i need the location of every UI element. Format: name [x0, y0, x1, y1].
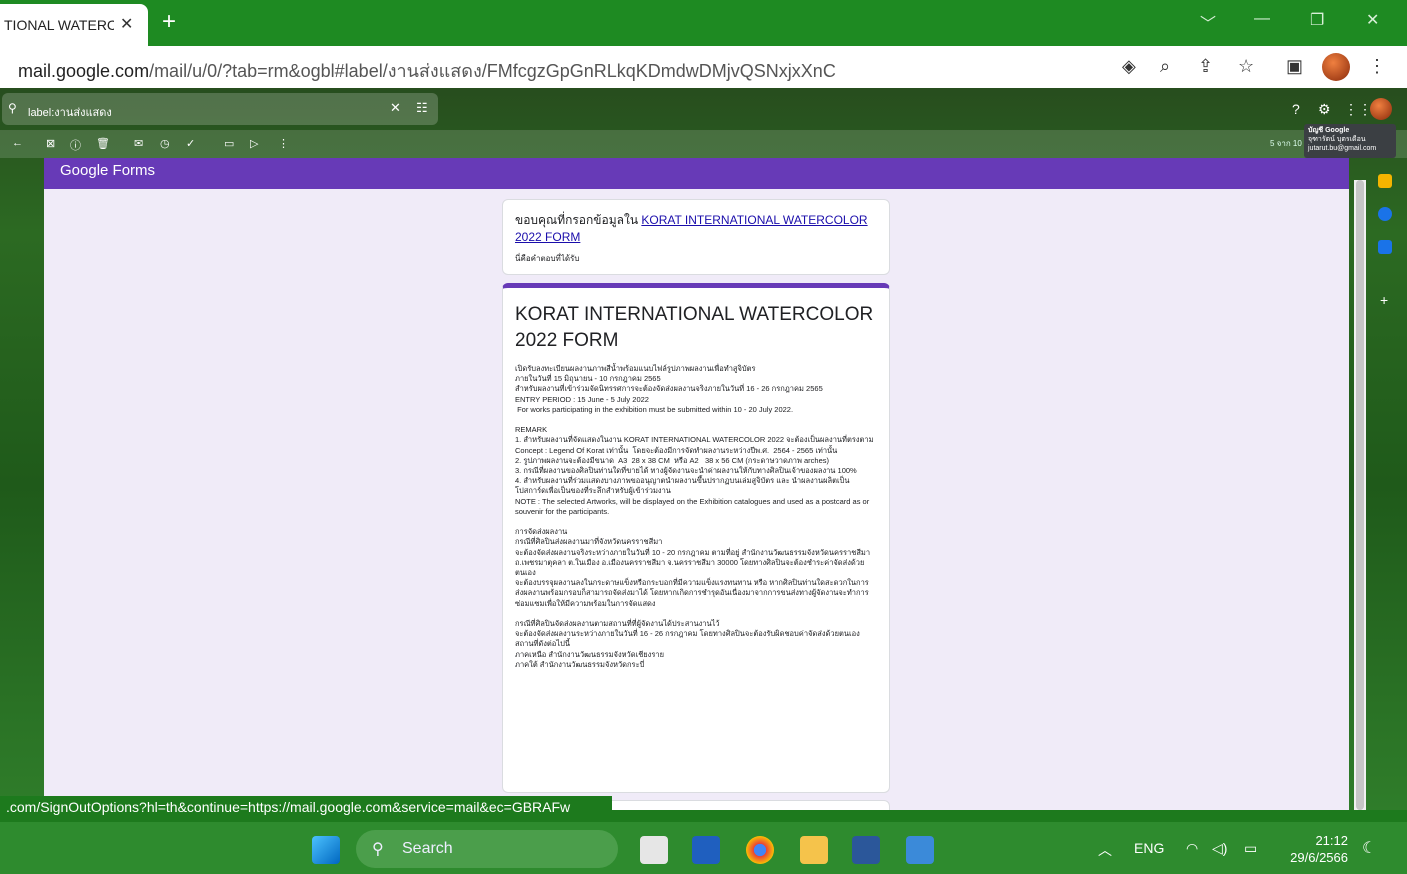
tray-chevron-icon[interactable]: ︿	[1098, 840, 1112, 860]
tab-close-icon[interactable]: ✕	[120, 14, 133, 34]
battery-icon[interactable]: ▭	[1244, 840, 1257, 857]
form-card: KORAT INTERNATIONAL WATERCOLOR 2022 FORM…	[502, 283, 890, 793]
profile-avatar[interactable]	[1322, 53, 1350, 81]
start-icon[interactable]	[312, 836, 340, 864]
url-path: /mail/u/0/?tab=rm&ogbl#label/งานส่งแสดง/…	[149, 61, 836, 81]
keep-icon[interactable]	[1378, 174, 1392, 188]
email-body: Google Forms ขอบคุณที่กรอกข้อมูลใน KORAT…	[44, 158, 1349, 810]
page-count: 5 จาก 10	[1270, 139, 1302, 148]
url-host: mail.google.com	[18, 61, 150, 81]
tab-bar: TIONAL WATERC ✕ + ﹀ — ❐ ✕	[0, 0, 1407, 46]
volume-icon[interactable]: ◁)	[1212, 840, 1227, 857]
thanks-card: ขอบคุณที่กรอกข้อมูลใน KORAT INTERNATIONA…	[502, 199, 890, 275]
task-view-icon[interactable]	[640, 836, 668, 864]
archive-icon[interactable]: ⊠	[46, 137, 55, 150]
clock-date: 29/6/2566	[1290, 850, 1348, 865]
bookmark-star-icon[interactable]: ☆	[1238, 56, 1254, 77]
settings-gear-icon[interactable]: ⚙	[1318, 101, 1331, 118]
mark-unread-icon[interactable]: ✉	[134, 137, 143, 150]
tab-title: TIONAL WATERC	[4, 17, 114, 33]
share-icon[interactable]: ⇪	[1198, 56, 1213, 77]
gmail-search-bar[interactable]: ⚲ label:งานส่งแสดง ✕ ☷	[2, 93, 438, 125]
wifi-icon[interactable]: ◠	[1186, 840, 1198, 857]
label-icon[interactable]: ▷	[250, 137, 258, 150]
file-explorer-icon[interactable]	[800, 836, 828, 864]
snooze-icon[interactable]: ◷	[160, 137, 170, 150]
side-panel-icon[interactable]: ▣	[1286, 56, 1303, 77]
report-spam-icon[interactable]: ⓘ	[70, 137, 81, 153]
clear-search-icon[interactable]: ✕	[390, 100, 401, 116]
mail-toolbar: ← ⊠ ⓘ 🗑 ✉ ◷ ✓ ▭ ▷ ⋮ 5 จาก 10	[0, 130, 1407, 158]
account-tooltip: บัญชี Google จุฑารัตน์ บุตรเดือน jutarut…	[1304, 124, 1396, 158]
scrollbar-thumb[interactable]	[1356, 180, 1364, 810]
taskbar-search-label: Search	[402, 840, 453, 857]
search-icon[interactable]: ⚲	[8, 101, 17, 115]
restore-icon[interactable]: ❐	[1310, 10, 1324, 30]
status-url: .com/SignOutOptions?hl=th&continue=https…	[0, 796, 612, 820]
photos-icon[interactable]	[906, 836, 934, 864]
input-language[interactable]: ENG	[1134, 840, 1164, 856]
add-addon-icon[interactable]: +	[1380, 292, 1388, 308]
address-bar[interactable]: mail.google.com/mail/u/0/?tab=rm&ogbl#la…	[18, 56, 836, 85]
new-tab-button[interactable]: +	[162, 8, 176, 36]
clock[interactable]: 21:12 29/6/2566	[1280, 832, 1348, 866]
more-icon[interactable]: ⋮	[278, 137, 289, 150]
chevron-down-icon[interactable]: ﹀	[1200, 10, 1216, 34]
form-title: KORAT INTERNATIONAL WATERCOLOR 2022 FORM	[515, 304, 874, 351]
back-arrow-icon[interactable]: ←	[12, 137, 23, 149]
delete-icon[interactable]: 🗑	[96, 137, 110, 150]
add-task-icon[interactable]: ✓	[186, 137, 195, 150]
account-tip-person: จุฑารัตน์ บุตรเดือน	[1308, 136, 1366, 143]
taskbar-search[interactable]: ⚲ Search	[356, 830, 618, 868]
contacts-icon[interactable]	[1378, 240, 1392, 254]
gmail-avatar[interactable]	[1370, 98, 1392, 120]
menu-dots-icon[interactable]: ⋮	[1368, 56, 1386, 77]
thanks-subtext: นี่คือคำตอบที่ได้รับ	[515, 254, 580, 263]
move-to-icon[interactable]: ▭	[224, 137, 234, 150]
thanks-prefix: ขอบคุณที่กรอกข้อมูลใน	[515, 213, 642, 227]
forms-header: Google Forms	[44, 158, 1349, 189]
account-tip-title: บัญชี Google	[1308, 127, 1350, 134]
word-icon[interactable]	[852, 836, 880, 864]
help-icon[interactable]: ?	[1292, 101, 1300, 117]
account-tip-email: jutarut.bu@gmail.com	[1308, 145, 1377, 152]
thanks-text: ขอบคุณที่กรอกข้อมูลใน KORAT INTERNATIONA…	[515, 212, 877, 246]
apps-grid-icon[interactable]: ⋮⋮	[1344, 101, 1372, 118]
address-bar-row: mail.google.com/mail/u/0/?tab=rm&ogbl#la…	[0, 46, 1407, 88]
tasks-icon[interactable]	[1378, 207, 1392, 221]
search-input[interactable]: label:งานส่งแสดง	[28, 103, 112, 121]
search-options-icon[interactable]: ☷	[416, 100, 428, 116]
clock-time: 21:12	[1315, 833, 1348, 848]
forms-logo: Google Forms	[60, 162, 156, 179]
browser-tab[interactable]: TIONAL WATERC ✕	[0, 4, 148, 46]
minimize-icon[interactable]: —	[1254, 10, 1270, 28]
form-description: เปิดรับลงทะเบียนผลงานภาพสีน้ำพร้อมแนบไฟล…	[515, 364, 874, 669]
zoom-icon[interactable]: ⌕	[1160, 56, 1170, 77]
store-icon[interactable]	[692, 836, 720, 864]
chrome-icon[interactable]	[746, 836, 774, 864]
extension-icon[interactable]: ◈	[1122, 56, 1136, 77]
window-close-icon[interactable]: ✕	[1366, 10, 1379, 30]
notification-icon[interactable]: ☾	[1362, 838, 1376, 858]
taskbar-search-icon: ⚲	[372, 841, 384, 858]
